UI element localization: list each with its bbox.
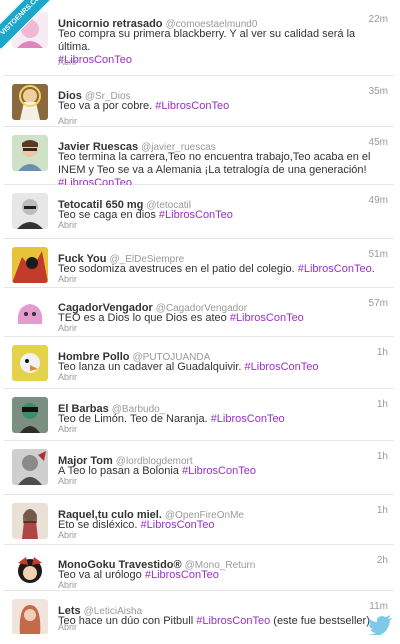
hashtag-link[interactable]: #LibrosConTeo [298, 263, 372, 275]
avatar[interactable] [12, 397, 48, 433]
avatar[interactable] [12, 503, 48, 539]
chicken-man-avatar-icon [12, 345, 48, 381]
tweet-text: Teo de Limón. Teo de Naranja. #LibrosCon… [58, 413, 388, 426]
timestamp[interactable]: 45m [369, 137, 388, 148]
open-link[interactable]: Abrir [58, 424, 77, 434]
avatar[interactable] [12, 599, 48, 634]
tweet-body: Teo lanza un cadaver al Guadalquivir. [58, 361, 242, 373]
open-link[interactable]: Abrir [58, 116, 77, 126]
tweet-6[interactable]: CagadorVengador @CagadorVengador 57m TEO e… [4, 288, 394, 337]
tweet-text: Teo lanza un cadaver al Guadalquivir. #L… [58, 361, 388, 374]
tweet-4[interactable]: Tetocatil 650 mg @tetocatil 49m Teo se cag… [4, 185, 394, 239]
pink-blob-avatar-icon [12, 296, 48, 332]
tweet-body: Teo va a por cobre. [58, 100, 153, 112]
timestamp[interactable]: 11m [369, 601, 388, 612]
timestamp[interactable]: 22m [369, 14, 388, 25]
god-avatar-icon [12, 84, 48, 120]
avatar[interactable] [12, 553, 48, 589]
open-link[interactable]: Abrir [58, 530, 77, 540]
tweet-1[interactable]: Unicornio retrasado @comoestaelmund0 22m T… [4, 4, 394, 76]
timestamp[interactable]: 49m [369, 195, 388, 206]
timestamp[interactable]: 1h [377, 505, 388, 516]
hashtag-link[interactable]: #LibrosConTeo [245, 361, 319, 373]
major-tom-avatar-icon [12, 449, 48, 485]
avatar[interactable] [12, 296, 48, 332]
open-link[interactable]: Abrir [58, 323, 77, 333]
hashtag-link[interactable]: #LibrosConTeo [230, 312, 304, 324]
tweet-7[interactable]: Hombre Pollo @PUTOJUANDA 1h Teo lanza un c… [4, 337, 394, 389]
hashtag-link[interactable]: #LibrosConTeo [211, 413, 285, 425]
avatar[interactable] [12, 247, 48, 283]
tweet-body: Teo termina la carrera,Teo no encuentra … [58, 151, 371, 176]
hashtag-link[interactable]: #LibrosConTeo [145, 569, 219, 581]
tweet-3[interactable]: Javier Ruescas @javier_ruescas 45m Teo ter… [4, 127, 394, 189]
tweet-text: Eto se disléxico. #LibrosConTeo [58, 519, 388, 532]
tweet-12[interactable]: Lets @LeticiAisha 11m Teo hace un dúo con … [4, 591, 394, 634]
avatar[interactable] [12, 135, 48, 171]
tweet-text: TEO es a Dios lo que Dios es ateo #Libro… [58, 312, 388, 325]
tweet-9[interactable]: Major Tom @lordblogdemort 1h A Teo lo pasa… [4, 441, 394, 495]
tweet-2[interactable]: Dios @Sr_Dios 35m Teo va a por cobre. #Lib… [4, 76, 394, 127]
tweet-text: Teo se caga en dios #LibrosConTeo [58, 209, 388, 222]
timestamp[interactable]: 2h [377, 555, 388, 566]
avatar[interactable] [12, 193, 48, 229]
timestamp[interactable]: 57m [369, 298, 388, 309]
tweet-5[interactable]: Fuck You @_ElDeSiempre 51m Teo sodomiza av… [4, 239, 394, 288]
open-link[interactable]: Abrir [58, 57, 77, 67]
timestamp[interactable]: 35m [369, 86, 388, 97]
tweet-body: Teo sodomiza avestruces en el patio del … [58, 263, 295, 275]
timestamp[interactable]: 1h [377, 399, 388, 410]
redhead-avatar-icon [12, 599, 48, 634]
hashtag-link[interactable]: #LibrosConTeo [155, 100, 229, 112]
comic-avatar-icon [12, 247, 48, 283]
tweet-text: Teo compra su primera blackberry. Y al v… [58, 28, 388, 67]
avatar[interactable] [12, 345, 48, 381]
woman-avatar-icon [12, 503, 48, 539]
timestamp[interactable]: 1h [377, 347, 388, 358]
tweet-body: TEO es a Dios lo que Dios es ateo [58, 312, 227, 324]
tweet-tail: . [371, 263, 375, 275]
hashtag-link[interactable]: #LibrosConTeo [159, 209, 233, 221]
bearded-avatar-icon [12, 397, 48, 433]
avatar[interactable] [12, 84, 48, 120]
tweet-text: A Teo lo pasan a Bolonia #LibrosConTeo [58, 465, 388, 478]
tweet-8[interactable]: El Barbas @Barbudo_ 1h Teo de Limón. Teo d… [4, 389, 394, 441]
hashtag-link[interactable]: #LibrosConTeo [196, 615, 270, 627]
open-link[interactable]: Abrir [58, 220, 77, 230]
timestamp[interactable]: 51m [369, 249, 388, 260]
tweet-body: Teo compra su primera blackberry. Y al v… [58, 28, 356, 53]
open-link[interactable]: Abrir [58, 274, 77, 284]
timeline-list: Unicornio retrasado @comoestaelmund0 22m T… [3, 3, 395, 635]
open-link[interactable]: Abrir [58, 622, 77, 632]
tweet-body: Teo hace un dúo con Pitbull [58, 615, 194, 627]
old-man-avatar-icon [12, 193, 48, 229]
tweet-text: Teo sodomiza avestruces en el patio del … [58, 263, 388, 276]
tweet-text: Teo hace un dúo con Pitbull #LibrosConTe… [58, 615, 388, 628]
tweet-tail: (este fue bestseller). [270, 615, 373, 627]
tweet-text: Teo va al urólogo #LibrosConTeo [58, 569, 388, 582]
hashtag-link[interactable]: #LibrosConTeo [182, 465, 256, 477]
timestamp[interactable]: 1h [377, 451, 388, 462]
open-link[interactable]: Abrir [58, 372, 77, 382]
monkey-avatar-icon [12, 553, 48, 589]
open-link[interactable]: Abrir [58, 580, 77, 590]
tweet-body: Teo de Limón. Teo de Naranja. [58, 413, 208, 425]
twitter-bird-icon [368, 615, 394, 640]
open-link[interactable]: Abrir [58, 476, 77, 486]
tweet-10[interactable]: Raquel,tu culo miel. @OpenFireOnMe 1h Eto … [4, 495, 394, 545]
tweet-text: Teo va a por cobre. #LibrosConTeo [58, 100, 388, 113]
avatar[interactable] [12, 449, 48, 485]
hashtag-link[interactable]: #LibrosConTeo [141, 519, 215, 531]
tweet-11[interactable]: MonoGoku Travestido® @Mono_Return 2h Teo v… [4, 545, 394, 591]
person-avatar-icon [12, 135, 48, 171]
